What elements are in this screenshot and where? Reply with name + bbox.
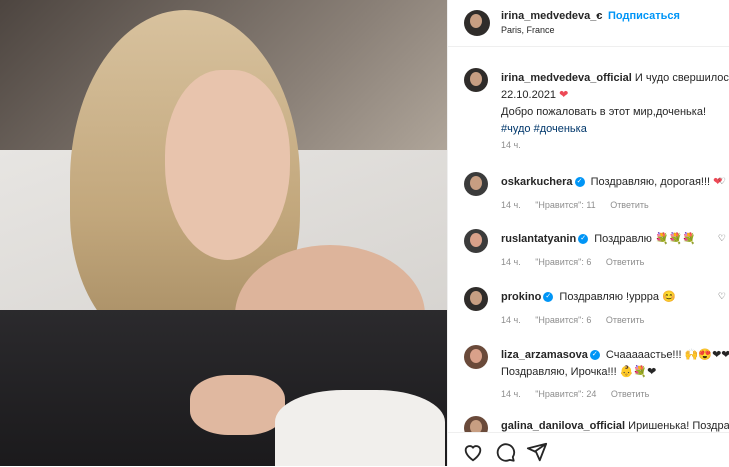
smiling-face-emoji-icon: 😊 <box>662 291 676 303</box>
commenter-avatar[interactable] <box>464 229 488 253</box>
post-actions-bar <box>448 432 729 467</box>
caption-avatar[interactable] <box>464 68 488 92</box>
comment-likes[interactable]: "Нравится": 11 <box>535 200 595 210</box>
comment-username[interactable]: liza_arzamasova <box>501 349 588 361</box>
like-comment-icon[interactable]: ♡ <box>718 291 726 302</box>
commenter-avatar[interactable] <box>464 287 488 311</box>
reply-button[interactable]: Ответить <box>606 315 644 325</box>
comment-likes[interactable]: "Нравится": 24 <box>535 389 596 399</box>
caption-hashtags[interactable]: #чудо #доченька <box>501 123 587 135</box>
post-side-panel: irina_medvedeva_c • Подписаться Paris, F… <box>447 0 729 466</box>
comment-username[interactable]: galina_danilova_official <box>501 420 625 432</box>
flower-emoji-icon: 👶💐❤ <box>619 366 657 378</box>
share-icon[interactable] <box>526 441 548 463</box>
comment-likes[interactable]: "Нравится": 6 <box>535 315 591 325</box>
comment-time: 14 ч. <box>501 315 521 325</box>
verified-badge-icon: ✓ <box>589 350 600 361</box>
caption-time: 14 ч. <box>501 140 521 150</box>
post-photo[interactable] <box>0 0 447 466</box>
comment-icon[interactable] <box>494 441 516 463</box>
post-location[interactable]: Paris, France <box>501 25 555 35</box>
like-comment-icon[interactable]: ♡ <box>718 176 726 187</box>
caption-text-line2: Добро пожаловать в этот мир,доченька! <box>501 106 707 118</box>
reply-button[interactable]: Ответить <box>611 389 649 399</box>
bouquet-emoji-icon: 💐💐💐 <box>654 233 697 245</box>
reply-button[interactable]: Ответить <box>610 200 648 210</box>
verified-badge-icon: ✓ <box>578 234 589 245</box>
celebration-emoji-icon: 🙌😍❤❤ <box>684 349 729 361</box>
comment-time: 14 ч. <box>501 257 521 267</box>
commenter-avatar[interactable] <box>464 345 488 369</box>
author-avatar[interactable] <box>464 10 490 36</box>
comment-item: galina_danilova_official Иришенька! Позд… <box>448 416 729 432</box>
author-username[interactable]: irina_medvedeva_c <box>501 10 603 22</box>
heart-icon[interactable] <box>462 441 484 463</box>
follow-button[interactable]: Подписаться <box>608 10 680 22</box>
header-separator: • <box>596 10 600 22</box>
comment-text-line2: Поздравляю, Ирочка!!! <box>501 366 617 378</box>
comment-text: Поздравляю !уррра <box>559 291 659 303</box>
verified-badge-icon: ✓ <box>574 177 585 188</box>
comment-username[interactable]: oskarkuchera <box>501 176 573 188</box>
reply-button[interactable]: Ответить <box>606 257 644 267</box>
red-heart-icon: ❤ <box>559 89 569 101</box>
caption-username[interactable]: irina_medvedeva_official <box>501 72 632 84</box>
comment-username[interactable]: prokino <box>501 291 541 303</box>
comment-text: Поздравлю <box>594 233 652 245</box>
comment-time: 14 ч. <box>501 389 521 399</box>
comment-likes[interactable]: "Нравится": 6 <box>535 257 591 267</box>
comment-text: Поздравляю, дорогая!!! <box>590 176 711 188</box>
comment-username[interactable]: ruslantatyanin <box>501 233 576 245</box>
caption-text: И чудо свершилось <box>634 72 729 84</box>
commenter-avatar[interactable] <box>464 416 488 432</box>
comment-text: Иришенька! Поздравляю <box>628 420 729 432</box>
like-comment-icon[interactable]: ♡ <box>718 233 726 244</box>
commenter-avatar[interactable] <box>464 172 488 196</box>
caption-date: 22.10.2021 <box>501 89 557 101</box>
comment-time: 14 ч. <box>501 200 521 210</box>
comment-text: Счааааастье!!! <box>605 349 682 361</box>
post-header: irina_medvedeva_c • Подписаться Paris, F… <box>448 0 729 47</box>
verified-badge-icon: ✓ <box>543 292 554 303</box>
